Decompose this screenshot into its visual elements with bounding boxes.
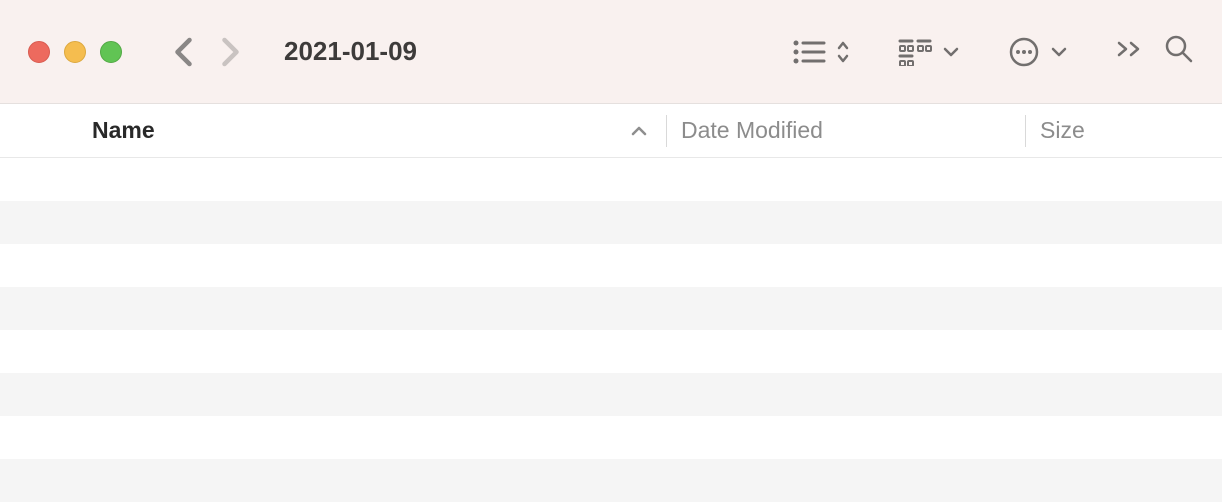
column-header-size-label: Size xyxy=(1040,117,1085,144)
minimize-button[interactable] xyxy=(64,41,86,63)
search-icon xyxy=(1164,34,1194,64)
list-row xyxy=(0,459,1222,502)
list-row xyxy=(0,244,1222,287)
chevron-up-icon xyxy=(630,125,648,137)
file-list xyxy=(0,158,1222,504)
chevron-down-icon xyxy=(1050,46,1068,58)
overflow-button[interactable] xyxy=(1116,40,1144,63)
chevron-right-icon xyxy=(221,37,240,67)
list-row xyxy=(0,373,1222,416)
chevron-down-icon xyxy=(942,46,960,58)
column-header-date-label: Date Modified xyxy=(681,117,823,144)
close-button[interactable] xyxy=(28,41,50,63)
group-by-button[interactable] xyxy=(898,38,960,66)
column-header-name-label: Name xyxy=(92,117,155,144)
ellipsis-circle-icon xyxy=(1008,36,1040,68)
list-row xyxy=(0,416,1222,459)
toolbar-right-group xyxy=(792,34,1194,69)
double-chevron-right-icon xyxy=(1116,40,1144,58)
list-row xyxy=(0,287,1222,330)
list-row xyxy=(0,201,1222,244)
column-header-name[interactable]: Name xyxy=(0,117,666,144)
back-button[interactable] xyxy=(174,37,193,67)
window-controls xyxy=(28,41,122,63)
column-header-date-modified[interactable]: Date Modified xyxy=(667,117,1025,144)
forward-button[interactable] xyxy=(221,37,240,67)
navigation-buttons xyxy=(174,37,240,67)
search-button[interactable] xyxy=(1164,34,1194,69)
actions-button[interactable] xyxy=(1008,36,1068,68)
group-icon xyxy=(898,38,932,66)
chevron-left-icon xyxy=(174,37,193,67)
column-headers: Name Date Modified Size xyxy=(0,104,1222,158)
list-row xyxy=(0,158,1222,201)
view-mode-button[interactable] xyxy=(792,39,850,65)
column-header-size[interactable]: Size xyxy=(1026,117,1222,144)
toolbar: 2021-01-09 xyxy=(0,0,1222,104)
list-view-icon xyxy=(792,39,826,65)
up-down-chevron-icon xyxy=(836,40,850,64)
maximize-button[interactable] xyxy=(100,41,122,63)
overflow-search-group xyxy=(1116,34,1194,69)
sort-indicator xyxy=(630,125,648,137)
window-title: 2021-01-09 xyxy=(284,36,417,67)
list-row xyxy=(0,330,1222,373)
